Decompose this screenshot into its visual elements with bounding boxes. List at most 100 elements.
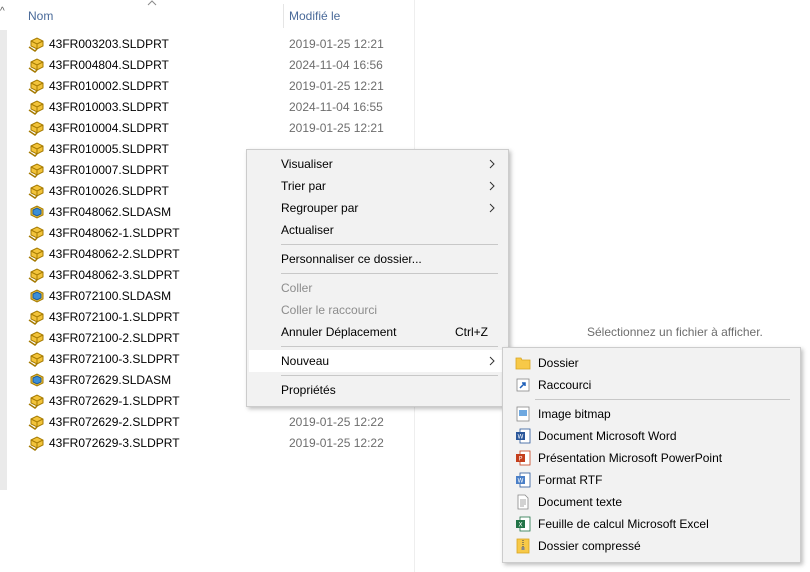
- menu-item-label: Annuler Déplacement: [281, 325, 397, 339]
- menu-item-label: Feuille de calcul Microsoft Excel: [538, 517, 709, 531]
- excel-icon: X: [516, 516, 531, 532]
- menu-separator: [281, 375, 498, 376]
- svg-text:X: X: [518, 522, 522, 529]
- file-row[interactable]: 43FR072629-2.SLDPRT 2019-01-25 12:22: [28, 412, 408, 433]
- menu-item-visualiser[interactable]: Visualiser: [249, 153, 506, 175]
- menu-item-label: Document Microsoft Word: [538, 429, 677, 443]
- menu-separator: [281, 244, 498, 245]
- shortcut-icon: [516, 378, 530, 392]
- sldasm-icon: [30, 373, 44, 387]
- submenu-item-image-bitmap[interactable]: Image bitmap: [505, 403, 798, 425]
- sldprt-icon: [28, 415, 44, 430]
- file-row[interactable]: 43FR010003.SLDPRT 2024-11-04 16:55: [28, 97, 408, 118]
- file-date: 2019-01-25 12:22: [289, 415, 384, 429]
- menu-item-coller-raccourci[interactable]: Coller le raccourci: [249, 299, 506, 321]
- file-date: 2019-01-25 12:21: [289, 37, 384, 51]
- menu-item-label: Trier par: [281, 179, 326, 193]
- scroll-up-icon[interactable]: ^: [0, 6, 5, 17]
- menu-separator: [281, 273, 498, 274]
- menu-item-label: Nouveau: [281, 354, 330, 368]
- shortcut-label: Ctrl+Z: [455, 325, 488, 339]
- bitmap-icon: [516, 406, 530, 422]
- sldprt-icon: [28, 331, 44, 346]
- submenu-item-raccourci[interactable]: Raccourci: [505, 374, 798, 396]
- file-name: 43FR010003.SLDPRT: [49, 100, 169, 114]
- column-header-name[interactable]: Nom: [28, 0, 53, 32]
- menu-item-nouveau[interactable]: Nouveau: [249, 350, 506, 372]
- submenu-item-word[interactable]: W Document Microsoft Word: [505, 425, 798, 447]
- submenu-item-texte[interactable]: Document texte: [505, 491, 798, 513]
- rtf-icon: W: [516, 472, 531, 488]
- file-name: 43FR072100-1.SLDPRT: [49, 310, 180, 324]
- submenu-item-powerpoint[interactable]: P Présentation Microsoft PowerPoint: [505, 447, 798, 469]
- menu-item-label: Image bitmap: [538, 407, 611, 421]
- svg-text:W: W: [518, 434, 524, 441]
- file-date: 2024-11-04 16:56: [289, 58, 383, 72]
- file-row[interactable]: 43FR010004.SLDPRT 2019-01-25 12:21: [28, 118, 408, 139]
- context-menu: Visualiser Trier par Regrouper par Actua…: [246, 149, 509, 407]
- menu-item-label: Regrouper par: [281, 201, 359, 215]
- file-name: 43FR010004.SLDPRT: [49, 121, 169, 135]
- submenu-item-dossier[interactable]: Dossier: [505, 352, 798, 374]
- file-name: 43FR072629-1.SLDPRT: [49, 394, 180, 408]
- folder-icon: [515, 357, 531, 370]
- file-date: 2019-01-25 12:21: [289, 79, 384, 93]
- sldprt-icon: [28, 142, 44, 157]
- file-name: 43FR048062-1.SLDPRT: [49, 226, 180, 240]
- file-name: 43FR048062.SLDASM: [49, 205, 172, 219]
- submenu-item-rtf[interactable]: W Format RTF: [505, 469, 798, 491]
- navigation-scrollbar[interactable]: [0, 30, 7, 490]
- sldprt-icon: [28, 184, 44, 199]
- sldprt-icon: [28, 58, 44, 73]
- submenu-item-dossier-compresse[interactable]: Dossier compressé: [505, 535, 798, 557]
- file-date: 2024-11-04 16:55: [289, 100, 383, 114]
- column-separator[interactable]: [283, 4, 284, 28]
- sldprt-icon: [28, 226, 44, 241]
- svg-text:P: P: [519, 456, 523, 463]
- sldasm-icon: [30, 205, 44, 219]
- file-row[interactable]: 43FR072629-3.SLDPRT 2019-01-25 12:22: [28, 433, 408, 454]
- sort-ascending-icon: [147, 0, 157, 6]
- file-name: 43FR072629.SLDASM: [49, 373, 172, 387]
- menu-separator: [281, 346, 498, 347]
- sldprt-icon: [28, 310, 44, 325]
- sldprt-icon: [28, 100, 44, 115]
- file-name: 43FR072629-3.SLDPRT: [49, 436, 180, 450]
- menu-item-regrouper-par[interactable]: Regrouper par: [249, 197, 506, 219]
- submenu-item-excel[interactable]: X Feuille de calcul Microsoft Excel: [505, 513, 798, 535]
- menu-item-label: Actualiser: [281, 223, 334, 237]
- file-row[interactable]: 43FR004804.SLDPRT 2024-11-04 16:56: [28, 55, 408, 76]
- menu-item-personnaliser[interactable]: Personnaliser ce dossier...: [249, 248, 506, 270]
- menu-item-annuler-deplacement[interactable]: Annuler Déplacement Ctrl+Z: [249, 321, 506, 343]
- menu-item-label: Propriétés: [281, 383, 336, 397]
- menu-item-label: Dossier: [538, 356, 579, 370]
- powerpoint-icon: P: [516, 450, 531, 466]
- sldprt-icon: [28, 37, 44, 52]
- column-header-modified[interactable]: Modifié le: [289, 0, 340, 32]
- chevron-right-icon: [489, 159, 495, 169]
- sldprt-icon: [28, 352, 44, 367]
- sldprt-icon: [28, 163, 44, 178]
- menu-item-label: Coller: [281, 281, 313, 295]
- submenu-nouveau: Dossier Raccourci Image bitmap W Documen…: [502, 347, 801, 563]
- sldprt-icon: [28, 436, 44, 451]
- file-row[interactable]: 43FR010002.SLDPRT 2019-01-25 12:21: [28, 76, 408, 97]
- menu-item-actualiser[interactable]: Actualiser: [249, 219, 506, 241]
- text-document-icon: [517, 494, 529, 510]
- file-name: 43FR072100-2.SLDPRT: [49, 331, 180, 345]
- svg-text:W: W: [518, 478, 524, 485]
- sldprt-icon: [28, 79, 44, 94]
- sldprt-icon: [28, 247, 44, 262]
- file-name: 43FR010007.SLDPRT: [49, 163, 169, 177]
- menu-separator: [535, 399, 790, 400]
- file-name: 43FR072629-2.SLDPRT: [49, 415, 180, 429]
- file-name: 43FR048062-3.SLDPRT: [49, 268, 180, 282]
- file-name: 43FR072100.SLDASM: [49, 289, 172, 303]
- menu-item-proprietes[interactable]: Propriétés: [249, 379, 506, 401]
- file-row[interactable]: 43FR003203.SLDPRT 2019-01-25 12:21: [28, 34, 408, 55]
- file-name: 43FR048062-2.SLDPRT: [49, 247, 180, 261]
- menu-item-coller[interactable]: Coller: [249, 277, 506, 299]
- file-name: 43FR004804.SLDPRT: [49, 58, 169, 72]
- menu-item-trier-par[interactable]: Trier par: [249, 175, 506, 197]
- file-name: 43FR003203.SLDPRT: [49, 37, 169, 51]
